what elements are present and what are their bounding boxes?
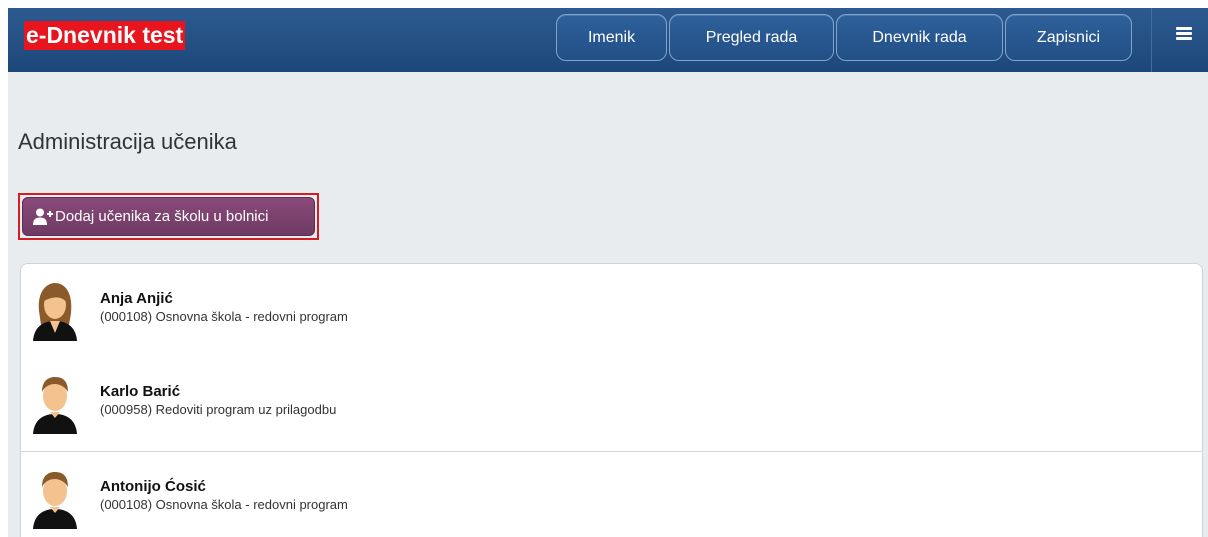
nav-dnevnik-rada-button[interactable]: Dnevnik rada xyxy=(836,14,1003,61)
student-list-item[interactable]: Anja Anjić (000108) Osnovna škola - redo… xyxy=(21,264,1202,359)
male-avatar-icon xyxy=(33,377,77,434)
student-name: Anja Anjić xyxy=(100,290,173,307)
navbar-divider xyxy=(1151,8,1152,72)
nav-zapisnici-button[interactable]: Zapisnici xyxy=(1005,14,1132,61)
male-avatar-icon xyxy=(33,472,77,529)
add-student-hospital-school-button[interactable]: Dodaj učenika za školu u bolnici xyxy=(22,197,315,236)
add-button-label: Dodaj učenika za školu u bolnici xyxy=(55,208,269,225)
student-list-item[interactable]: Karlo Barić (000958) Redoviti program uz… xyxy=(21,357,1202,452)
student-detail: (000108) Osnovna škola - redovni program xyxy=(100,497,348,512)
page-title: Administracija učenika xyxy=(18,129,237,154)
female-avatar-icon xyxy=(33,283,77,341)
student-list-item[interactable]: Antonijo Ćosić (000108) Osnovna škola - … xyxy=(21,452,1202,537)
student-name: Antonijo Ćosić xyxy=(100,478,206,495)
nav-pregled-rada-button[interactable]: Pregled rada xyxy=(669,14,834,61)
hamburger-menu-icon[interactable] xyxy=(1176,27,1192,41)
student-list: Anja Anjić (000108) Osnovna škola - redo… xyxy=(20,263,1203,537)
student-detail: (000108) Osnovna škola - redovni program xyxy=(100,309,348,324)
app-window: e-Dnevnik test Imenik Pregled rada Dnevn… xyxy=(8,8,1208,537)
student-detail: (000958) Redoviti program uz prilagodbu xyxy=(100,402,337,417)
nav-imenik-button[interactable]: Imenik xyxy=(556,14,667,61)
add-user-icon xyxy=(33,208,53,225)
add-button-highlight: Dodaj učenika za školu u bolnici xyxy=(18,193,319,240)
student-name: Karlo Barić xyxy=(100,383,181,400)
top-navbar: e-Dnevnik test Imenik Pregled rada Dnevn… xyxy=(8,8,1208,72)
brand-logo[interactable]: e-Dnevnik test xyxy=(24,21,186,50)
